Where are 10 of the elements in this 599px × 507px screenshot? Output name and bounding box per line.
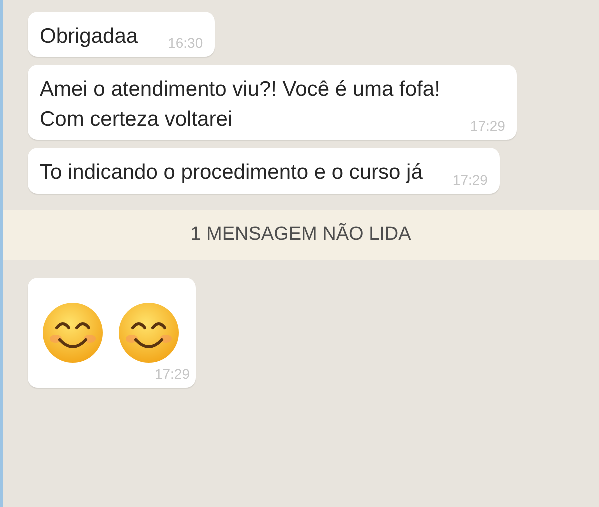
message-text: Obrigadaa (40, 24, 138, 50)
smiling-face-icon (42, 302, 104, 364)
message-time: 16:30 (167, 35, 204, 52)
unread-messages-banner: 1 MENSAGEM NÃO LIDA (3, 210, 599, 260)
message-text: To indicando o procedimento e o curso já (40, 160, 423, 186)
message-time: 17:29 (452, 172, 488, 188)
message-time: 17:29 (469, 118, 506, 134)
message-time: 17:29 (154, 366, 190, 382)
smiling-face-icon (118, 302, 180, 364)
message-text: Amei o atendimento viu?! Você é uma fofa! Com certeza voltarei (40, 77, 440, 133)
